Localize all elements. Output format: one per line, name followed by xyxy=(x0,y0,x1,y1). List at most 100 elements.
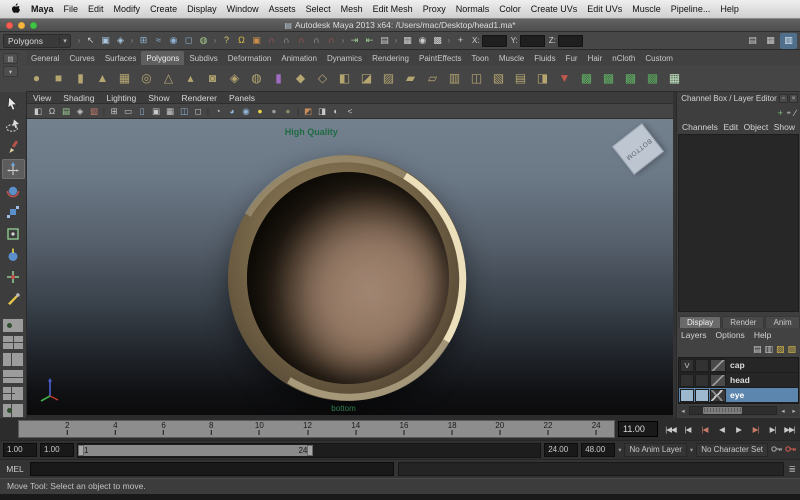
scroll-left-icon[interactable]: ◂ xyxy=(678,407,688,415)
close-panel-button[interactable]: × xyxy=(789,94,798,103)
shaded-icon[interactable]: ◕ xyxy=(225,104,239,118)
shelf-tab-deformation[interactable]: Deformation xyxy=(223,51,277,65)
shelf-tab-curves[interactable]: Curves xyxy=(64,51,99,65)
show-manipulator-tool[interactable] xyxy=(2,267,25,288)
selection-mode-dropdown[interactable]: Polygons ▾ xyxy=(3,34,71,48)
isolate-select-icon[interactable]: ◩ xyxy=(301,104,315,118)
layer-name[interactable]: eye xyxy=(726,390,744,400)
macos-menu-item[interactable]: Proxy xyxy=(418,0,451,19)
layer-color-swatch[interactable] xyxy=(710,374,726,387)
uv-checker-3-icon[interactable]: ▩ xyxy=(620,68,641,89)
head-mesh-object[interactable] xyxy=(228,155,466,401)
magnet-live-icon[interactable]: ∩ xyxy=(324,33,339,48)
poly-pyramid-icon[interactable]: ▴ xyxy=(180,68,201,89)
macos-menu-item[interactable]: Normals xyxy=(451,0,495,19)
scrollbar-thumb[interactable] xyxy=(703,407,742,414)
layer-visibility-toggle[interactable] xyxy=(680,374,694,387)
shadows-icon[interactable]: ● xyxy=(267,104,281,118)
layer-name[interactable]: cap xyxy=(726,360,745,370)
go-to-end-button[interactable]: ▶▶| xyxy=(781,420,798,438)
xray-icon[interactable]: ◨ xyxy=(315,104,329,118)
magnet-grid-icon[interactable]: ∩ xyxy=(264,33,279,48)
magnet-curve-icon[interactable]: ∩ xyxy=(279,33,294,48)
shelf-tab-toon[interactable]: Toon xyxy=(467,51,494,65)
magnet-point-icon[interactable]: ∩ xyxy=(294,33,309,48)
gamma-icon[interactable]: < xyxy=(343,104,357,118)
layer-row-head[interactable]: head xyxy=(679,373,798,388)
layer-tab-display[interactable]: Display xyxy=(679,316,721,328)
viewport-menu-show[interactable]: Show xyxy=(142,92,175,104)
macos-menu-item[interactable]: Muscle xyxy=(627,0,666,19)
speed-control-icon[interactable]: ◓ xyxy=(786,108,791,118)
shelf-tab-dynamics[interactable]: Dynamics xyxy=(322,51,367,65)
use-all-lights-icon[interactable]: ● xyxy=(253,104,267,118)
bottom-label-plane[interactable]: BOTTOM xyxy=(612,123,664,175)
lock-icon[interactable]: Ω xyxy=(234,33,249,48)
create-empty-layer-icon[interactable]: ▧ xyxy=(776,344,785,355)
move-layer-icon[interactable]: ▤ xyxy=(753,344,762,355)
go-to-start-button[interactable]: |◀◀ xyxy=(662,420,679,438)
macos-menu-item[interactable]: Edit Mesh xyxy=(368,0,418,19)
single-pane-layout-button[interactable] xyxy=(2,318,24,333)
camera-select-icon[interactable]: ◧ xyxy=(31,104,45,118)
layer-tab-render[interactable]: Render xyxy=(722,316,764,328)
anim-layer-dropdown[interactable]: No Anim Layer xyxy=(624,443,686,457)
select-by-component-icon[interactable]: ◈ xyxy=(113,33,128,48)
poly-helix-icon[interactable]: ◈ xyxy=(224,68,245,89)
attribute-editor-toggle-icon[interactable]: ▤ xyxy=(744,33,761,49)
shelf-tab-subdivs[interactable]: Subdivs xyxy=(184,51,222,65)
snap-to-points-icon[interactable]: ◉ xyxy=(166,33,181,48)
layer-menu-help[interactable]: Help xyxy=(754,330,771,340)
animation-start-field[interactable]: 1.00 xyxy=(3,443,37,457)
zoom-window-button[interactable] xyxy=(30,22,37,29)
shelf-tab-rendering[interactable]: Rendering xyxy=(367,51,414,65)
safe-action-icon[interactable]: ◫ xyxy=(177,104,191,118)
poly-sphere-icon[interactable]: ● xyxy=(26,68,47,89)
two-pane-side-layout-button[interactable] xyxy=(2,352,24,367)
scale-tool[interactable] xyxy=(2,202,25,223)
slider-mode-icon[interactable]: ∕ xyxy=(794,108,796,118)
set-key-icon[interactable] xyxy=(771,441,783,459)
macos-menu-item[interactable]: Modify xyxy=(109,0,146,19)
mirror-geometry-icon[interactable]: ◨ xyxy=(532,68,553,89)
macos-menu-item[interactable]: Help xyxy=(715,0,744,19)
minimize-window-button[interactable] xyxy=(18,22,25,29)
screen-space-ao-icon[interactable]: ● xyxy=(281,104,295,118)
step-forward-frame-button[interactable]: ▶| xyxy=(764,420,781,438)
poly-soccer-icon[interactable]: ◍ xyxy=(246,68,267,89)
poly-pipe-icon[interactable]: ◙ xyxy=(202,68,223,89)
bookmark-icon[interactable]: ◈ xyxy=(73,104,87,118)
auto-keyframe-toggle-icon[interactable] xyxy=(785,441,797,459)
target-weld-icon[interactable]: ▤ xyxy=(510,68,531,89)
shelf-tab-custom[interactable]: Custom xyxy=(640,51,678,65)
viewport-menu-panels[interactable]: Panels xyxy=(223,92,261,104)
four-pane-layout-button[interactable] xyxy=(2,335,24,350)
grid-icon[interactable]: ⊞ xyxy=(107,104,121,118)
shelf-tab-animation[interactable]: Animation xyxy=(276,51,322,65)
layer-display-type-toggle[interactable] xyxy=(695,359,709,372)
x-input[interactable] xyxy=(482,35,507,47)
layer-color-swatch[interactable] xyxy=(710,389,726,402)
layer-options-icon[interactable]: ▥ xyxy=(764,344,773,355)
snap-to-grid-icon[interactable]: ⊞ xyxy=(136,33,151,48)
extract-icon[interactable]: ◧ xyxy=(334,68,355,89)
merge-vertices-icon[interactable]: ▧ xyxy=(488,68,509,89)
last-tool-used[interactable] xyxy=(2,288,25,309)
command-line-label[interactable]: MEL xyxy=(4,464,26,474)
scrollbar-track[interactable] xyxy=(689,406,777,415)
universal-manipulator-tool[interactable] xyxy=(2,224,25,245)
macos-menu-item[interactable]: Mesh xyxy=(336,0,368,19)
snap-to-curves-icon[interactable]: ≈ xyxy=(151,33,166,48)
sculpt-geometry-icon[interactable]: ▮ xyxy=(268,68,289,89)
bridge-icon[interactable]: ▱ xyxy=(422,68,443,89)
output-connections-icon[interactable]: ⇤ xyxy=(362,33,377,48)
image-plane-icon[interactable]: ▧ xyxy=(87,104,101,118)
z-input[interactable] xyxy=(558,35,583,47)
macos-menu-item[interactable]: Assets xyxy=(264,0,301,19)
layer-list-scrollbar[interactable]: ◂ ◂ ▸ xyxy=(678,405,799,416)
shelf-tab-surfaces[interactable]: Surfaces xyxy=(100,51,142,65)
play-forwards-button[interactable]: ▶ xyxy=(730,420,747,438)
shelf-tab-hair[interactable]: Hair xyxy=(583,51,608,65)
viewport-menu-renderer[interactable]: Renderer xyxy=(176,92,223,104)
bevel-icon[interactable]: ▥ xyxy=(444,68,465,89)
